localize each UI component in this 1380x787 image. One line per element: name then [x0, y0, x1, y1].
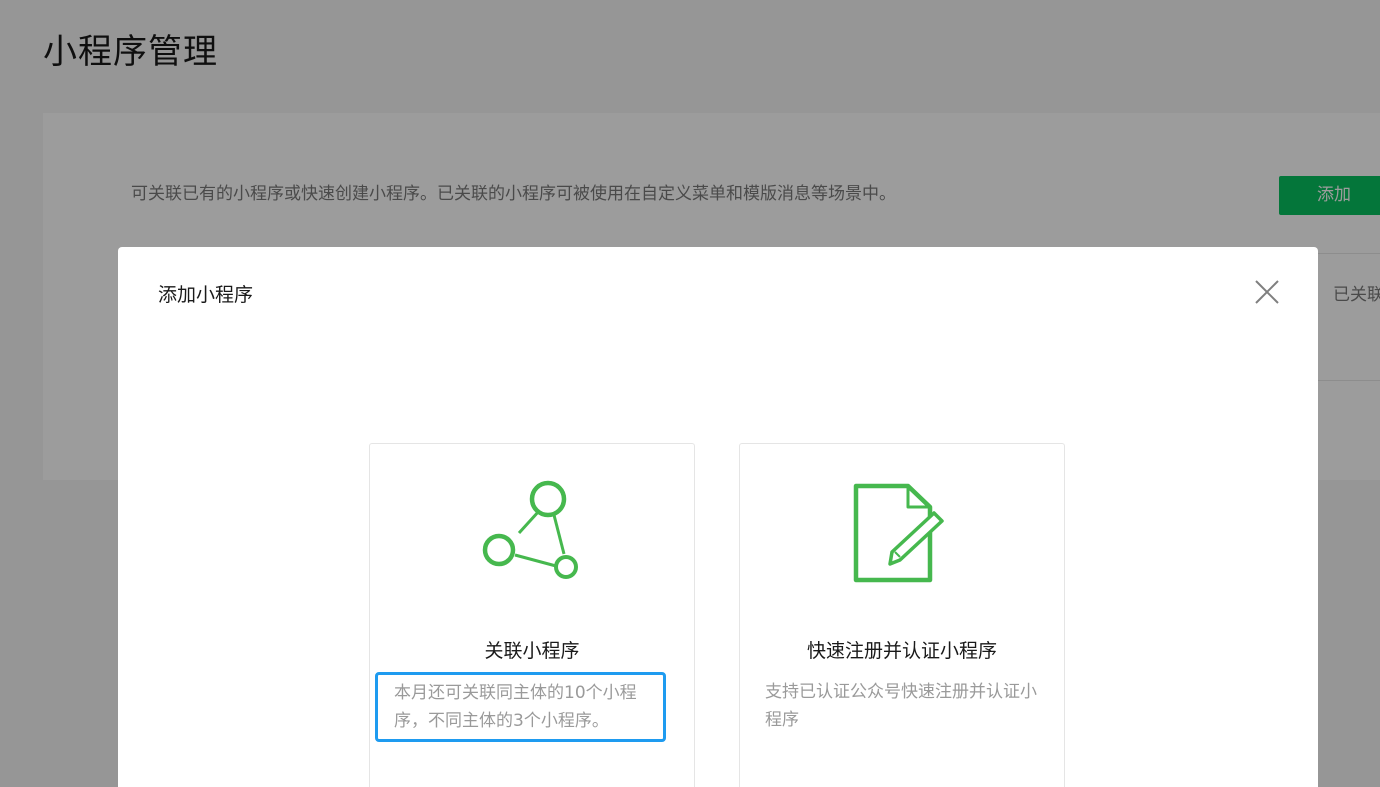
option-description: 本月还可关联同主体的10个小程序，不同主体的3个小程序。	[375, 672, 666, 742]
option-title: 快速注册并认证小程序	[806, 640, 997, 662]
option-description: 支持已认证公众号快速注册并认证小程序	[765, 682, 1037, 730]
close-icon[interactable]	[1251, 276, 1283, 308]
link-miniprogram-option[interactable]: 关联小程序 本月还可关联同主体的10个小程序，不同主体的3个小程序。	[369, 443, 695, 787]
document-edit-icon	[853, 483, 944, 583]
network-nodes-icon	[482, 480, 578, 579]
register-miniprogram-option[interactable]: 快速注册并认证小程序 支持已认证公众号快速注册并认证小程序	[739, 443, 1065, 787]
add-miniprogram-dialog: 添加小程序 关联小程序 本月还可关联同主体的10个小程序，不同主体的3个小程序。…	[118, 247, 1318, 787]
dialog-title: 添加小程序	[158, 284, 254, 306]
option-title: 关联小程序	[484, 640, 580, 662]
